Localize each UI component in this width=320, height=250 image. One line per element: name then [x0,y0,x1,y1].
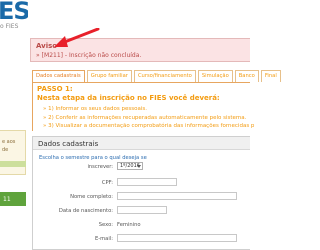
nome-label: Nome completo: [70,194,113,200]
tab-dados-cadastrais[interactable]: Dados cadastrais [32,70,85,82]
passo-step-3: » 3) Visualizar a documentação comprobat… [43,123,255,129]
left-green-bar[interactable]: 11 [0,192,26,206]
tab-final[interactable]: Final [260,70,281,82]
inscrever-label: inscrever: [87,164,113,170]
nascimento-field[interactable] [117,206,167,214]
top-header [30,0,250,30]
step-tabs: Dados cadastrais Grupo familiar Curso/fi… [32,70,281,82]
dados-cadastrais-panel: Dados cadastrais Escolha o semestre para… [32,136,250,250]
passo-instructions: PASSO 1: Nesta etapa da inscrição no FIE… [32,83,254,131]
left-info-panel: e aos de [0,130,26,175]
alert-box: Aviso » [M211] - Inscrição não concluída. [30,38,250,62]
registration-form-area: Dados cadastrais Grupo familiar Curso/fi… [30,66,281,250]
nascimento-label: Data de nascimento: [58,208,113,214]
passo-step-1: » 1) Informar os seus dados pessoais. [43,106,147,112]
sexo-label: Sexo: [98,222,113,228]
left-green-bar-label: 11 [3,196,11,203]
semester-instruction: Escolha o semestre para o qual deseja se [39,155,147,161]
email-field[interactable] [117,234,237,242]
email-label: E-mail: [94,236,113,242]
alert-message-line: » [M211] - Inscrição não concluída. [36,52,141,59]
nome-field[interactable] [117,192,237,200]
main-content: Aviso » [M211] - Inscrição não concluída.… [30,0,281,250]
semester-select[interactable]: 1º/2016 [117,162,143,170]
tab-banco[interactable]: Banco [234,70,259,82]
dados-title: Dados cadastrais [38,140,99,148]
cpf-label: CPF: [101,180,113,186]
alert-bullet-icon: » [36,52,40,59]
passo-subtitle: Nesta etapa da inscrição no FIES você de… [37,94,220,102]
left-panel-accent [0,161,26,167]
left-column: ES o FIES e aos de 11 [0,0,28,250]
sexo-value: Feminino [117,222,141,228]
passo-step-2: » 2) Conferir as informações recuperadas… [43,114,247,121]
passo-steps-list: » 1) Informar os seus dados pessoais. » … [43,105,254,131]
fies-logo: ES o FIES [0,0,28,30]
cpf-field[interactable] [117,178,177,186]
tab-curso-financiamento[interactable]: Curso/financiamento [133,70,196,82]
left-panel-text: e aos de [2,139,16,153]
logo-text: ES [0,0,28,25]
tab-grupo-familiar[interactable]: Grupo familiar [86,70,132,82]
tab-simulacao[interactable]: Simulação [197,70,233,82]
passo-title: PASSO 1: [37,85,73,93]
dados-header: Dados cadastrais [33,137,250,150]
chevron-down-icon [137,165,141,168]
alert-message: [M211] - Inscrição não concluída. [41,52,142,59]
logo-subtext: o FIES [0,23,19,30]
alert-title: Aviso [36,42,58,50]
